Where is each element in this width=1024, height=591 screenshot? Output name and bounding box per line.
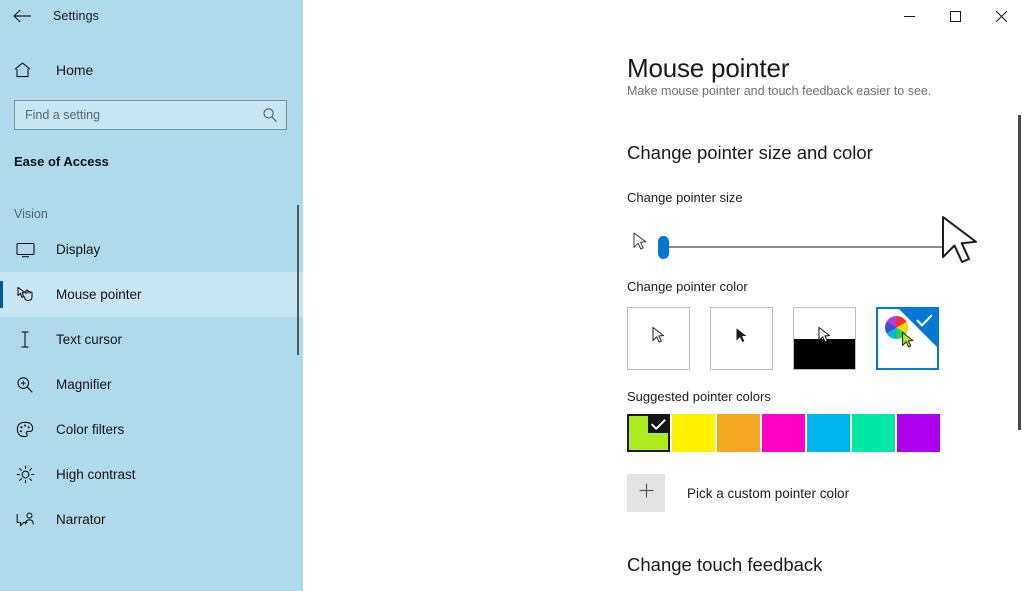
- monitor-icon: [14, 239, 36, 261]
- swatch-purple[interactable]: [897, 414, 940, 452]
- search-icon[interactable]: [262, 107, 278, 123]
- sidebar-item-label: Mouse pointer: [56, 287, 142, 302]
- pointer-color-options: [627, 307, 1024, 370]
- search-input[interactable]: [25, 108, 262, 122]
- minimize-icon: [903, 11, 915, 22]
- window-title: Settings: [53, 9, 99, 23]
- black-cursor-icon: [734, 327, 749, 351]
- custom-color-square[interactable]: [627, 474, 665, 512]
- home-icon: [14, 62, 40, 78]
- inverted-pointer-option[interactable]: [793, 307, 856, 370]
- sidebar-item-narrator[interactable]: Narrator: [0, 497, 303, 542]
- close-icon: [995, 10, 1007, 22]
- suggested-colors-label: Suggested pointer colors: [627, 389, 771, 404]
- sidebar-item-label: Text cursor: [56, 332, 123, 347]
- mouse-pointer-icon: [14, 284, 36, 306]
- window-controls: [303, 0, 1024, 32]
- text-cursor-icon: [14, 329, 36, 351]
- sidebar-item-color-filters[interactable]: Color filters: [0, 407, 303, 452]
- large-cursor-preview-icon: [937, 213, 987, 280]
- pointer-size-slider-thumb[interactable]: [658, 236, 669, 259]
- minimize-button[interactable]: [886, 0, 932, 32]
- title-bar: Settings: [0, 0, 1024, 32]
- swatch-yellow[interactable]: [672, 414, 715, 452]
- swatch-orange[interactable]: [717, 414, 760, 452]
- suggested-colors-row: [627, 414, 1024, 452]
- sidebar-item-label: Display: [56, 242, 101, 257]
- sidebar-item-mouse-pointer[interactable]: Mouse pointer: [0, 272, 303, 317]
- search-box[interactable]: [14, 100, 287, 130]
- settings-window: Settings Home Find a setting Ease of Acc…: [0, 0, 1024, 591]
- custom-pointer-option[interactable]: [876, 307, 939, 370]
- sidebar: Home Ease of Access Vision: [0, 0, 303, 591]
- sidebar-item-label: Color filters: [56, 422, 125, 437]
- search-wrapper: [14, 100, 287, 130]
- sidebar-item-text-cursor[interactable]: Text cursor: [0, 317, 303, 362]
- check-icon: [651, 418, 666, 436]
- small-cursor-preview-icon: [631, 231, 651, 260]
- main-inner: Mouse pointer Make mouse pointer and tou…: [303, 53, 1024, 576]
- inverted-cursor-icon: [816, 326, 833, 352]
- black-pointer-option[interactable]: [710, 307, 773, 370]
- magnifier-icon: [14, 374, 36, 396]
- arrow-left-icon: [12, 9, 32, 23]
- pointer-size-label: Change pointer size: [627, 190, 743, 205]
- sidebar-item-home[interactable]: Home: [0, 50, 303, 90]
- page-subtitle: Make mouse pointer and touch feedback ea…: [627, 84, 932, 98]
- back-button[interactable]: [0, 0, 44, 32]
- sidebar-category-title: Ease of Access: [14, 154, 109, 169]
- maximize-icon: [949, 10, 961, 22]
- section-title-touch: Change touch feedback: [627, 554, 823, 575]
- pointer-color-label: Change pointer color: [627, 279, 748, 294]
- main-content: Mouse pointer Make mouse pointer and tou…: [303, 0, 1024, 591]
- sidebar-group-title: Vision: [14, 207, 48, 221]
- sidebar-item-label: High contrast: [56, 467, 136, 482]
- home-label: Home: [56, 62, 94, 78]
- swatch-magenta[interactable]: [762, 414, 805, 452]
- green-cursor-icon: [900, 331, 917, 357]
- check-icon: [916, 314, 933, 333]
- section-title-pointer: Change pointer size and color: [627, 142, 873, 163]
- sidebar-item-high-contrast[interactable]: High contrast: [0, 452, 303, 497]
- swatch-cyan[interactable]: [807, 414, 850, 452]
- sidebar-item-magnifier[interactable]: Magnifier: [0, 362, 303, 407]
- sidebar-item-display[interactable]: Display: [0, 227, 303, 272]
- swatch-lime-green[interactable]: [627, 414, 670, 452]
- title-bar-left: Settings: [0, 0, 303, 32]
- sidebar-scrollbar-thumb[interactable]: [297, 205, 299, 355]
- pick-custom-color-button[interactable]: Pick a custom pointer color: [627, 474, 867, 512]
- brightness-icon: [14, 464, 36, 486]
- white-cursor-icon: [650, 326, 667, 352]
- maximize-button[interactable]: [932, 0, 978, 32]
- pointer-size-slider-track[interactable]: [663, 246, 962, 248]
- palette-icon: [14, 419, 36, 441]
- narrator-icon: [14, 509, 36, 531]
- close-button[interactable]: [978, 0, 1024, 32]
- sidebar-item-label: Narrator: [56, 512, 106, 527]
- pointer-size-slider-row: [627, 216, 1007, 277]
- custom-color-label: Pick a custom pointer color: [687, 485, 850, 501]
- plus-icon: [638, 482, 655, 504]
- main-scrollbar-thumb[interactable]: [1018, 115, 1021, 430]
- swatch-spring-green[interactable]: [852, 414, 895, 452]
- page-title: Mouse pointer: [627, 53, 790, 83]
- white-pointer-option[interactable]: [627, 307, 690, 370]
- sidebar-item-label: Magnifier: [56, 377, 112, 392]
